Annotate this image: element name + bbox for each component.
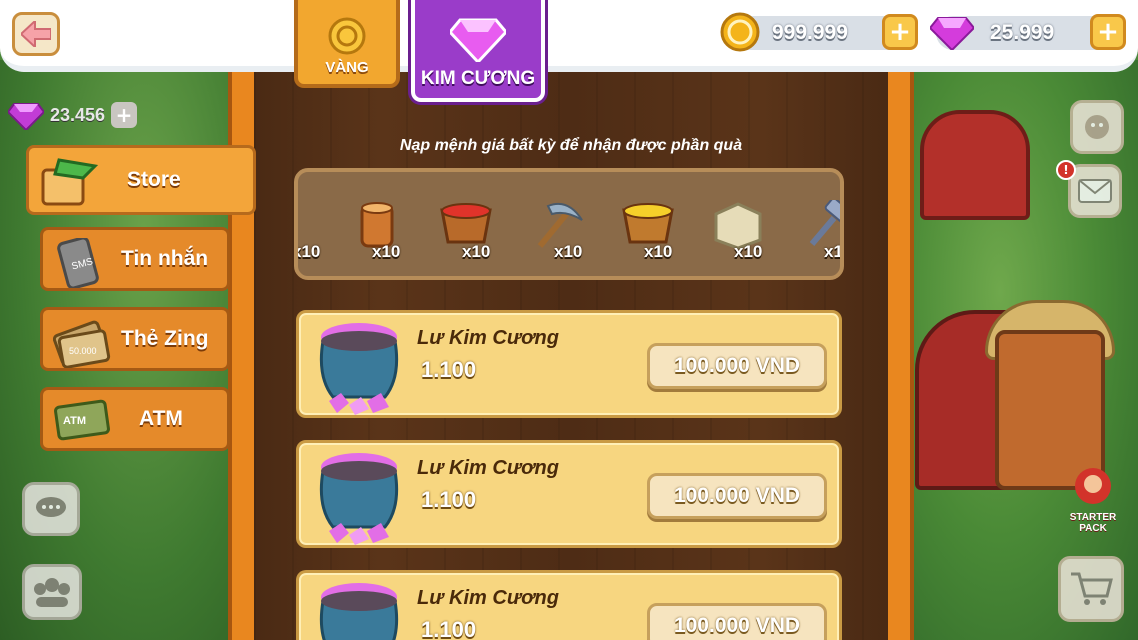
add-gem-button[interactable]: + <box>1090 14 1126 50</box>
pack-name: Lư Kim Cương <box>417 587 559 609</box>
gold-coin-icon <box>328 17 366 55</box>
arrow-left-icon <box>21 21 51 47</box>
chat-icon <box>36 497 66 517</box>
menu-item-zing-card[interactable]: 50.000 Thẻ Zing <box>40 307 230 371</box>
gem-icon <box>930 17 974 50</box>
pack-amount: 1.100 <box>421 487 477 512</box>
starter-pack-button[interactable]: STARTER PACK <box>1062 466 1124 534</box>
plus-icon: + <box>1097 17 1119 47</box>
reward-strip[interactable]: x10 x10 x10 x10 x10 x10 x1 <box>294 168 844 280</box>
gem-icon <box>450 18 506 62</box>
reward-qty: x10 <box>462 242 491 261</box>
left-gem-value: 23.456 <box>50 104 106 125</box>
zing-card-icon: 50.000 <box>53 320 111 368</box>
face-icon <box>1085 115 1109 139</box>
pack-card: Lư Kim Cương 1.100 100.000 VND <box>296 570 842 640</box>
reward-item: x10 <box>528 200 598 270</box>
back-button[interactable] <box>12 12 60 56</box>
buy-button[interactable]: 100.000 VND <box>647 343 827 389</box>
pack-card: Lư Kim Cương 1.100 100.000 VND <box>296 440 842 548</box>
buy-button-label: 100.000 VND <box>673 614 801 637</box>
diamond-pot-icon <box>319 453 399 545</box>
starter-pack-icon <box>1075 468 1111 504</box>
cart-icon <box>1071 572 1113 605</box>
reward-qty: x10 <box>644 242 673 261</box>
add-gold-button[interactable]: + <box>882 14 918 50</box>
reward-item: x10 <box>618 200 688 270</box>
promo-text: Nạp mệnh giá bất kỳ để nhận được phần qu… <box>399 137 743 154</box>
plus-icon: + <box>889 17 911 47</box>
reward-qty: x10 <box>554 242 583 261</box>
plus-icon[interactable]: + <box>111 102 138 128</box>
phone-sms-icon: SMS <box>57 238 99 288</box>
pack-name: Lư Kim Cương <box>417 457 559 479</box>
notification-badge-icon: ! <box>1056 160 1076 180</box>
diamond-pot-icon <box>319 323 399 415</box>
buy-button[interactable]: 100.000 VND <box>647 603 827 640</box>
reward-qty: x10 <box>372 242 401 261</box>
mail-icon <box>1078 179 1112 203</box>
gold-coin-icon <box>720 12 760 52</box>
menu-item-atm[interactable]: ATM ATM <box>40 387 230 451</box>
reward-qty: x1 <box>824 242 843 261</box>
friends-button[interactable] <box>22 564 82 620</box>
starter-pack-label: STARTER PACK <box>1069 512 1117 534</box>
barn-building <box>920 110 1030 220</box>
menu-item-sms[interactable]: SMS Tin nhắn <box>40 227 230 291</box>
menu-item-atm-label: ATM <box>139 407 183 430</box>
menu-item-sms-label: Tin nhắn <box>121 247 209 270</box>
friends-icon <box>34 578 70 607</box>
profile-button[interactable] <box>1070 100 1124 154</box>
zing-card-amount: 50.000 <box>69 346 97 356</box>
pack-name: Lư Kim Cương <box>417 327 559 349</box>
atm-card-icon: ATM <box>54 399 110 441</box>
reward-qty: x10 <box>734 242 763 261</box>
chat-button[interactable] <box>22 482 80 536</box>
left-gem-counter: 23.456 + <box>8 100 138 130</box>
pack-amount: 1.100 <box>421 617 477 640</box>
pack-card: Lư Kim Cương 1.100 100.000 VND <box>296 310 842 418</box>
reward-item: x10 <box>294 200 321 270</box>
buy-button-label: 100.000 VND <box>673 484 801 507</box>
pack-amount: 1.100 <box>421 357 477 382</box>
mail-button[interactable] <box>1068 164 1122 218</box>
store-icon <box>41 158 99 206</box>
menu-item-zing-card-label: Thẻ Zing <box>121 327 209 350</box>
buy-button-label: 100.000 VND <box>673 354 801 377</box>
reward-item: x10 <box>436 200 506 270</box>
tab-diamond-label: KIM CƯƠNG <box>420 68 536 89</box>
menu-item-store[interactable]: Store <box>26 145 256 215</box>
diamond-pot-icon <box>319 583 399 640</box>
reward-item: x10 <box>348 200 418 270</box>
reward-item: x1 <box>798 197 843 270</box>
buy-button[interactable]: 100.000 VND <box>647 473 827 519</box>
reward-qty: x10 <box>294 242 321 261</box>
atm-card-text: ATM <box>63 415 86 427</box>
reward-item: x10 <box>708 200 778 270</box>
shop-cart-button[interactable] <box>1058 556 1124 622</box>
gem-counter: 25.999 + <box>930 14 1126 50</box>
tab-diamond[interactable]: KIM CƯƠNG <box>411 0 545 102</box>
menu-item-store-label: Store <box>127 168 181 191</box>
tab-gold-label: VÀNG <box>325 59 369 76</box>
tab-gold[interactable]: VÀNG <box>294 0 400 88</box>
gold-counter: 999.999 + <box>720 12 918 52</box>
gem-icon <box>8 103 44 130</box>
